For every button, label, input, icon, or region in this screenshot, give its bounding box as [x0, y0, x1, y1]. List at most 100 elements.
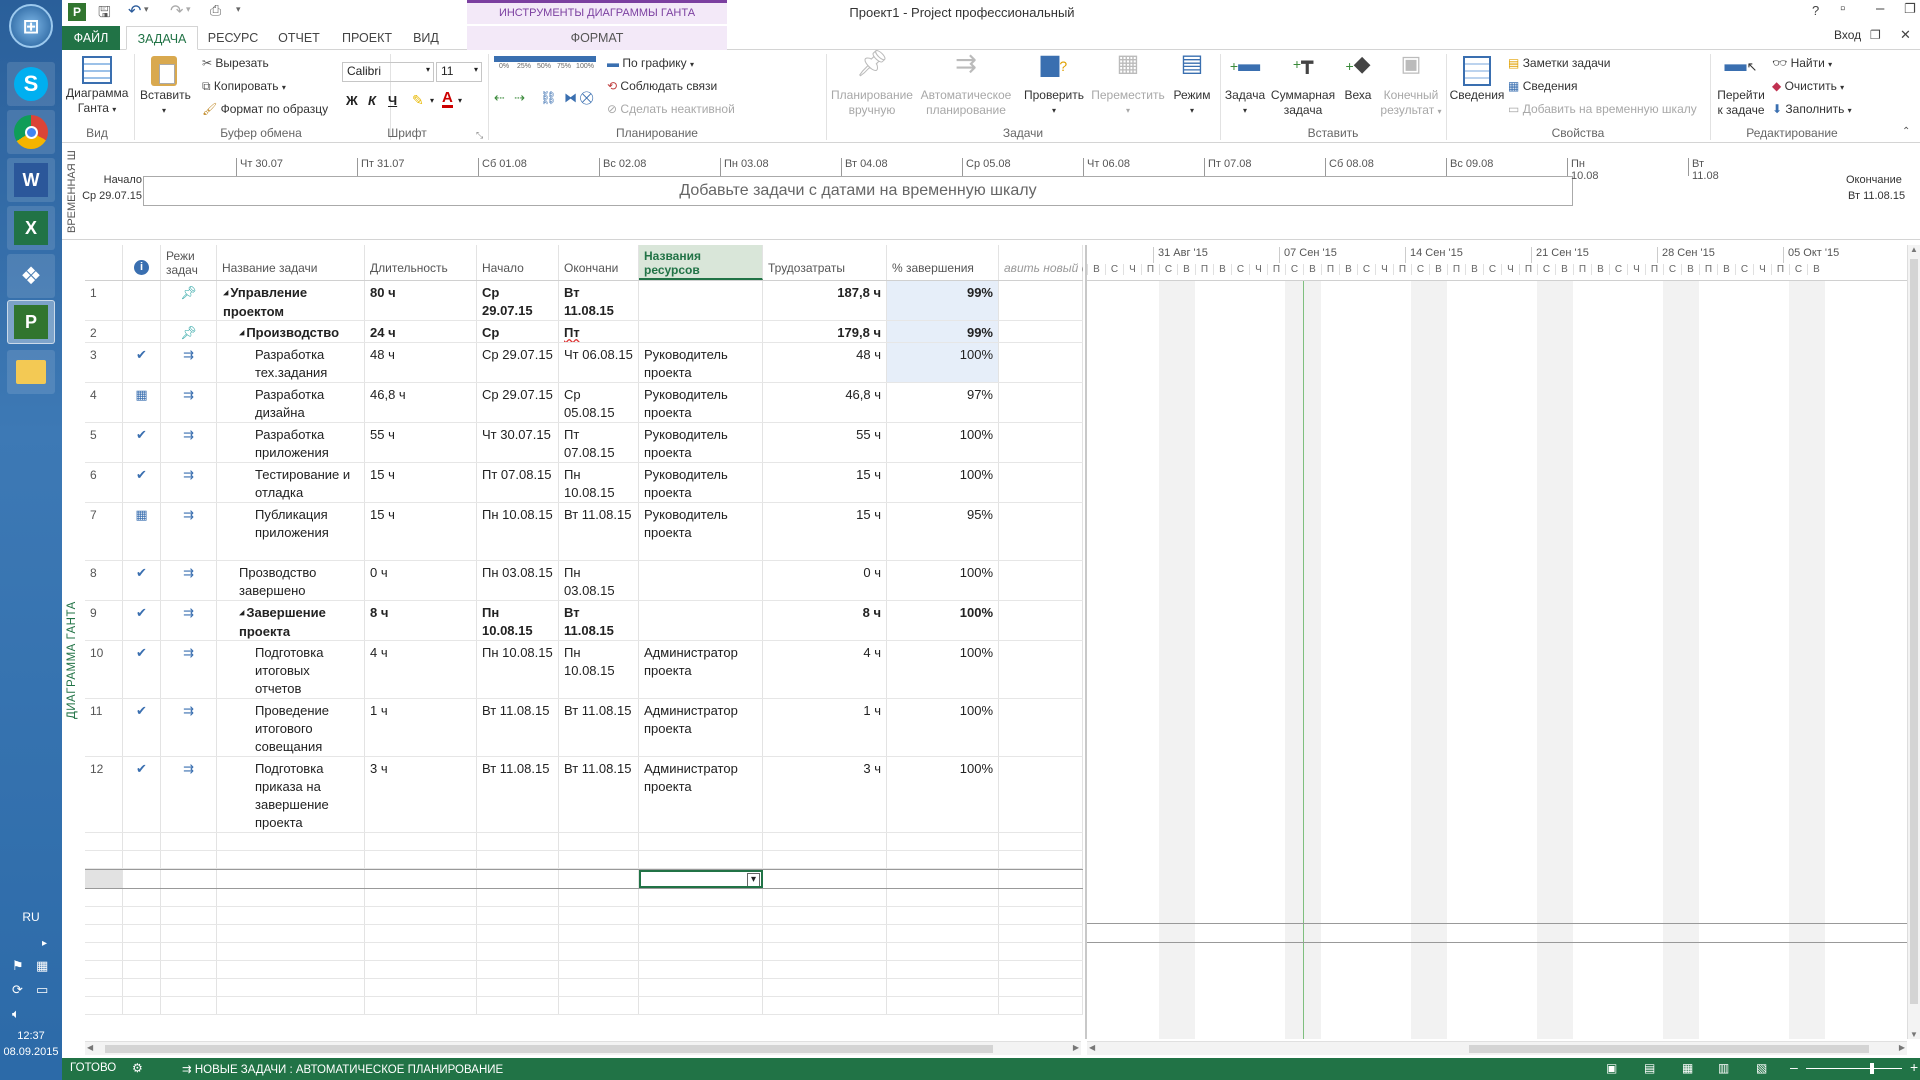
ribbon-display-options-icon[interactable]: ▫ — [1840, 0, 1845, 17]
empty-cell[interactable] — [559, 833, 639, 850]
word-icon[interactable]: W — [7, 158, 55, 202]
view-resource-sheet-icon[interactable]: ▧ — [1756, 1061, 1767, 1075]
row-id[interactable]: 1 — [85, 281, 123, 320]
empty-cell[interactable] — [887, 833, 999, 850]
resource-names-cell[interactable] — [639, 601, 763, 640]
empty-cell[interactable] — [365, 925, 477, 942]
empty-cell[interactable] — [477, 851, 559, 868]
empty-row[interactable] — [85, 889, 1083, 907]
dialog-launcher-icon[interactable]: ⤡ — [476, 130, 483, 141]
work-cell[interactable]: 55 ч — [763, 423, 887, 462]
zoom-in-icon[interactable]: + — [1910, 1059, 1918, 1075]
empty-cell[interactable] — [999, 997, 1083, 1014]
link-tasks-icon[interactable]: ⛓ — [540, 90, 557, 106]
row-id[interactable]: 6 — [85, 463, 123, 502]
empty-cell[interactable] — [217, 889, 365, 906]
font-size-select[interactable]: 11 ▾ — [436, 62, 482, 82]
row-header-corner[interactable] — [85, 245, 123, 280]
redo-icon[interactable]: ↷ — [170, 1, 183, 21]
empty-cell[interactable] — [477, 943, 559, 960]
empty-cell[interactable] — [85, 907, 123, 924]
empty-row[interactable] — [85, 925, 1083, 943]
resource-dropdown-icon[interactable]: ▾ — [747, 873, 760, 886]
save-icon[interactable]: 🖫︎ — [98, 2, 111, 27]
table-row[interactable]: 8 ✔ ⇉ Прозводство завершено 0 ч Пн 03.08.15 Пн… — [85, 561, 1083, 601]
percent-100-button[interactable]: 100% — [574, 56, 596, 70]
table-row[interactable]: 11 ✔ ⇉ Проведение итогового совещания 1 ч Вт … — [85, 699, 1083, 757]
empty-cell[interactable] — [85, 943, 123, 960]
scroll-left-icon[interactable]: ◀ — [1089, 1043, 1095, 1052]
table-row[interactable]: 2 📌︎◢ Производство24 чСр 29.07.15Пт 31.07… — [85, 321, 1083, 343]
insert-task-button[interactable]: +▬ Задача ▾ — [1222, 53, 1268, 118]
empty-cell[interactable] — [639, 889, 763, 906]
start-cell[interactable]: Пн 10.08.15 — [477, 641, 559, 698]
add-new-column-cell[interactable] — [999, 281, 1083, 320]
chevron-down-icon[interactable]: ▾ — [430, 96, 434, 105]
task-name-cell[interactable]: Прозводство завершено — [217, 561, 365, 600]
task-name-cell[interactable]: Разработка тех.задания — [217, 343, 365, 382]
empty-cell[interactable] — [639, 961, 763, 978]
information-button[interactable]: Сведения — [1448, 56, 1506, 103]
task-name-cell[interactable]: Разработка дизайна — [217, 383, 365, 422]
header-duration[interactable]: Длительность — [365, 245, 477, 280]
add-new-column-cell[interactable] — [999, 601, 1083, 640]
empty-cell[interactable] — [639, 851, 763, 868]
empty-cell[interactable] — [85, 833, 123, 850]
table-row[interactable]: 4 ▦ ⇉ Разработка дизайна 46,8 ч Ср 29.07.15 Ср… — [85, 383, 1083, 423]
start-button[interactable]: ⊞ — [9, 4, 53, 48]
empty-cell[interactable] — [123, 925, 161, 942]
gantt-chart-button[interactable]: Диаграмма Ганта ▾ — [66, 56, 128, 117]
print-preview-icon[interactable]: ⎙ — [210, 2, 221, 19]
start-cell[interactable]: Пн 10.08.15 — [477, 503, 559, 560]
empty-cell[interactable] — [887, 925, 999, 942]
add-new-column-cell[interactable] — [999, 383, 1083, 422]
percent-complete-cell[interactable]: 100% — [887, 423, 999, 462]
empty-cell[interactable] — [477, 997, 559, 1014]
tab-task[interactable]: ЗАДАЧА — [126, 26, 198, 50]
gantt-horizontal-scrollbar[interactable]: ◀ ▶ — [1087, 1041, 1907, 1055]
highlight-color-icon[interactable]: ✎ — [412, 92, 424, 109]
language-indicator[interactable]: RU — [0, 910, 62, 924]
skype-icon[interactable]: S — [7, 62, 55, 106]
resource-names-cell[interactable]: Администратор проекта — [639, 699, 763, 756]
start-cell[interactable]: Ср 29.07.15 — [477, 281, 559, 320]
header-start[interactable]: Начало — [477, 245, 559, 280]
work-cell[interactable]: 1 ч — [763, 699, 887, 756]
empty-cell[interactable] — [365, 943, 477, 960]
empty-cell[interactable] — [85, 979, 123, 996]
empty-row[interactable] — [85, 979, 1083, 997]
work-cell[interactable]: 4 ч — [763, 641, 887, 698]
gantt-vertical-scrollbar[interactable]: ▲ ▼ — [1907, 245, 1920, 1039]
inactivate-button[interactable]: ⊘ Сделать неактивной — [607, 100, 735, 118]
view-normal-icon[interactable]: ▣ — [1606, 1061, 1617, 1075]
scroll-up-icon[interactable]: ▲ — [1908, 245, 1920, 254]
fill-button[interactable]: ⬇ Заполнить ▾ — [1772, 100, 1852, 118]
empty-row[interactable] — [85, 833, 1083, 851]
empty-cell[interactable] — [559, 997, 639, 1014]
chevron-down-icon[interactable]: ▾ — [458, 96, 462, 105]
empty-cell[interactable] — [217, 925, 365, 942]
row-id[interactable]: 5 — [85, 423, 123, 462]
percent-complete-cell[interactable]: 100% — [887, 601, 999, 640]
empty-cell[interactable] — [217, 870, 365, 888]
empty-cell[interactable] — [365, 889, 477, 906]
find-button[interactable]: 👓︎ Найти ▾ — [1772, 54, 1832, 72]
task-name-cell[interactable]: Публикация приложения — [217, 503, 365, 560]
finish-cell[interactable]: Вт 11.08.15 — [559, 757, 639, 832]
empty-cell[interactable] — [123, 961, 161, 978]
project-icon[interactable]: P — [7, 300, 55, 344]
quick-access-customize-icon[interactable]: ▾ — [236, 4, 241, 15]
add-new-column-cell[interactable] — [999, 321, 1083, 342]
percent-complete-cell[interactable]: 95% — [887, 503, 999, 560]
duration-cell[interactable]: 48 ч — [365, 343, 477, 382]
tab-file[interactable]: ФАЙЛ — [62, 26, 120, 50]
empty-cell[interactable] — [217, 907, 365, 924]
finish-cell[interactable]: Пт 31.07.15 — [559, 321, 639, 342]
empty-cell[interactable] — [887, 961, 999, 978]
add-new-column-cell[interactable] — [999, 699, 1083, 756]
finish-cell[interactable]: Пн 03.08.15 — [559, 561, 639, 600]
empty-cell[interactable] — [763, 943, 887, 960]
empty-cell[interactable] — [365, 870, 477, 888]
resource-names-cell[interactable]: Администратор проекта — [639, 757, 763, 832]
empty-cell[interactable] — [161, 851, 217, 868]
